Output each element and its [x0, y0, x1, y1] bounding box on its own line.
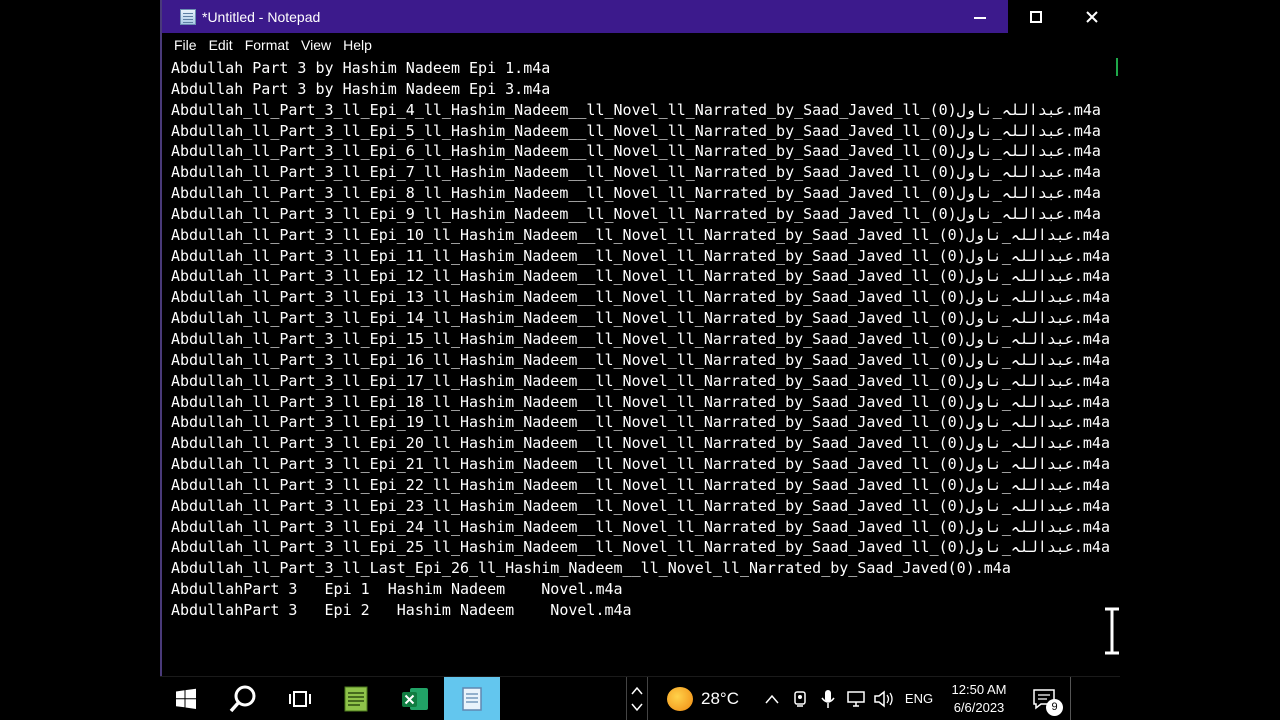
text-line: Abdullah_ll_Part_3_ll_Epi_25_ll_Hashim_N… — [171, 538, 1110, 557]
clock[interactable]: 12:50 AM 6/6/2023 — [940, 677, 1018, 720]
clock-date: 6/6/2023 — [953, 699, 1005, 715]
chevron-up-icon — [631, 686, 643, 694]
search-icon — [229, 685, 256, 712]
search-button[interactable] — [212, 677, 274, 720]
text-line: Abdullah_ll_Part_3_ll_Epi_23_ll_Hashim_N… — [171, 496, 1110, 515]
text-line: Abdullah_ll_Part_3_ll_Epi_21_ll_Hashim_N… — [171, 455, 1110, 474]
text-line: Abdullah_ll_Part_3_ll_Epi_4_ll_Hashim_Na… — [171, 100, 1101, 119]
menu-edit[interactable]: Edit — [209, 37, 233, 53]
text-line: Abdullah Part 3 by Hashim Nadeem Epi 3.m… — [171, 79, 551, 98]
text-line: Abdullah_ll_Part_3_ll_Epi_5_ll_Hashim_Na… — [171, 121, 1101, 140]
maximize-button[interactable] — [1008, 0, 1064, 33]
text-line: Abdullah_ll_Part_3_ll_Last_Epi_26_ll_Has… — [171, 559, 1011, 578]
text-line: Abdullah_ll_Part_3_ll_Epi_6_ll_Hashim_Na… — [171, 142, 1101, 161]
text-line: Abdullah_ll_Part_3_ll_Epi_9_ll_Hashim_Na… — [171, 204, 1101, 223]
chevron-down-icon — [631, 703, 643, 711]
volume-icon — [874, 689, 893, 708]
text-cursor-icon — [1105, 607, 1119, 655]
show-hidden-icons[interactable] — [758, 677, 786, 720]
tray-webcam[interactable] — [786, 677, 814, 720]
menu-help[interactable]: Help — [343, 37, 372, 53]
show-desktop-button[interactable] — [1070, 676, 1078, 720]
text-line: AbdullahPart 3 Epi 1 Hashim Nadeem Novel… — [171, 580, 623, 599]
taskbar: 28°C ENG 12:50 AM 6/6/2023 9 — [160, 676, 1120, 720]
text-line: Abdullah_ll_Part_3_ll_Epi_15_ll_Hashim_N… — [171, 329, 1110, 348]
minimize-icon — [974, 16, 986, 19]
text-line: Abdullah_ll_Part_3_ll_Epi_7_ll_Hashim_Na… — [171, 163, 1101, 182]
text-line: Abdullah_ll_Part_3_ll_Epi_22_ll_Hashim_N… — [171, 475, 1110, 494]
text-line: Abdullah_ll_Part_3_ll_Epi_8_ll_Hashim_Na… — [171, 184, 1101, 203]
text-line: Abdullah_ll_Part_3_ll_Epi_18_ll_Hashim_N… — [171, 392, 1110, 411]
minimize-button[interactable] — [952, 0, 1008, 33]
network-icon — [847, 690, 865, 707]
menu-view[interactable]: View — [301, 37, 331, 53]
text-line: Abdullah_ll_Part_3_ll_Epi_12_ll_Hashim_N… — [171, 267, 1110, 286]
text-line: Abdullah_ll_Part_3_ll_Epi_14_ll_Hashim_N… — [171, 309, 1110, 328]
taskbar-empty-space[interactable] — [500, 677, 626, 720]
language-indicator[interactable]: ENG — [898, 677, 940, 720]
weather-widget[interactable]: 28°C — [648, 677, 758, 720]
clock-time: 12:50 AM — [951, 681, 1007, 697]
tray-network[interactable] — [842, 677, 870, 720]
title-bar[interactable]: *Untitled - Notepad — [162, 0, 1120, 33]
close-button[interactable] — [1064, 0, 1120, 33]
text-line: Abdullah_ll_Part_3_ll_Epi_24_ll_Hashim_N… — [171, 517, 1110, 536]
close-icon — [1086, 10, 1098, 23]
start-button[interactable] — [160, 677, 212, 720]
temperature: 28°C — [701, 688, 739, 708]
menu-format[interactable]: Format — [245, 37, 289, 53]
text-line: Abdullah_ll_Part_3_ll_Epi_20_ll_Hashim_N… — [171, 434, 1110, 453]
text-line: Abdullah_ll_Part_3_ll_Epi_16_ll_Hashim_N… — [171, 350, 1110, 369]
text-line: AbdullahPart 3 Epi 2 Hashim Nadeem Novel… — [171, 600, 632, 619]
text-line: Abdullah_ll_Part_3_ll_Epi_13_ll_Hashim_N… — [171, 288, 1110, 307]
text-editor[interactable]: Abdullah Part 3 by Hashim Nadeem Epi 1.m… — [171, 58, 1111, 658]
notepad-app-icon — [344, 686, 368, 711]
scrollbar[interactable] — [1116, 58, 1120, 76]
notepad-window-icon — [462, 686, 482, 711]
taskbar-excel[interactable] — [386, 677, 444, 720]
notepad-icon — [180, 8, 196, 25]
notepad-window: *Untitled - Notepad File Edit Format Vie… — [160, 0, 1120, 676]
window-title: *Untitled - Notepad — [202, 8, 321, 25]
tray-microphone[interactable] — [814, 677, 842, 720]
weather-sun-icon — [667, 686, 693, 711]
taskbar-active-notepad[interactable] — [444, 676, 500, 720]
excel-icon — [402, 687, 428, 710]
text-line: Abdullah Part 3 by Hashim Nadeem Epi 1.m… — [171, 59, 551, 77]
webcam-icon — [794, 690, 806, 707]
microphone-icon — [821, 689, 835, 708]
tray-volume[interactable] — [870, 677, 898, 720]
taskbar-notepad[interactable] — [326, 677, 386, 720]
notification-center-button[interactable]: 9 — [1018, 677, 1070, 720]
task-view-button[interactable] — [274, 677, 326, 720]
window-controls — [952, 0, 1120, 33]
chevron-up-icon — [765, 694, 779, 703]
maximize-icon — [1030, 10, 1042, 23]
text-line: Abdullah_ll_Part_3_ll_Epi_10_ll_Hashim_N… — [171, 225, 1110, 244]
text-line: Abdullah_ll_Part_3_ll_Epi_17_ll_Hashim_N… — [171, 371, 1110, 390]
menu-bar: File Edit Format View Help — [162, 34, 384, 56]
task-view-icon — [289, 690, 311, 707]
menu-file[interactable]: File — [174, 37, 197, 53]
notification-count-badge: 9 — [1046, 698, 1063, 716]
taskbar-scroll[interactable] — [626, 676, 648, 720]
windows-logo-icon — [176, 688, 196, 709]
text-line: Abdullah_ll_Part_3_ll_Epi_11_ll_Hashim_N… — [171, 246, 1110, 265]
text-line: Abdullah_ll_Part_3_ll_Epi_19_ll_Hashim_N… — [171, 413, 1110, 432]
